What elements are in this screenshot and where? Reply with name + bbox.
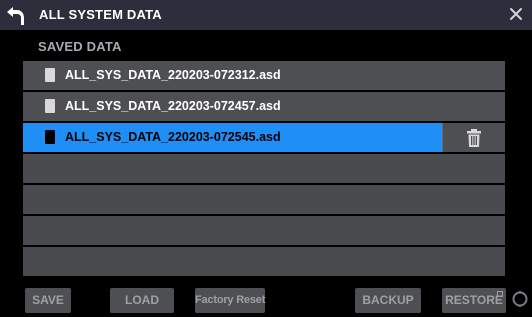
factory-reset-button[interactable]: Factory Reset	[195, 288, 265, 313]
trash-icon	[467, 129, 481, 147]
backup-button[interactable]: BACKUP	[355, 288, 421, 313]
save-button[interactable]: SAVE	[25, 288, 71, 313]
close-button[interactable]	[506, 4, 526, 24]
page-title: ALL SYSTEM DATA	[39, 7, 162, 22]
saved-data-list: ALL_SYS_DATA_220203-072312.asd ALL_SYS_D…	[23, 61, 505, 278]
file-icon	[45, 68, 55, 82]
file-name: ALL_SYS_DATA_220203-072312.asd	[65, 68, 281, 82]
delete-button[interactable]	[442, 123, 505, 152]
empty-row	[23, 247, 505, 276]
empty-row	[23, 216, 505, 245]
load-button[interactable]: LOAD	[110, 288, 174, 313]
file-name: ALL_SYS_DATA_220203-072457.asd	[65, 99, 281, 113]
empty-row	[23, 154, 505, 183]
restore-button[interactable]: RESTORE	[442, 288, 506, 313]
back-button[interactable]	[4, 3, 28, 27]
empty-row	[23, 185, 505, 214]
encoder-knob-icon	[512, 290, 528, 308]
back-arrow-icon	[7, 7, 24, 25]
saved-data-label: SAVED DATA	[38, 39, 122, 54]
file-row[interactable]: ALL_SYS_DATA_220203-072312.asd	[23, 61, 505, 90]
file-icon	[45, 99, 55, 113]
all-system-data-screen: ALL SYSTEM DATA SAVED DATA ALL_SYS_DATA_…	[0, 0, 532, 317]
external-link-icon	[497, 291, 503, 297]
file-name: ALL_SYS_DATA_220203-072545.asd	[65, 130, 281, 144]
restore-label: RESTORE	[445, 293, 503, 307]
title-bar: ALL SYSTEM DATA	[0, 0, 532, 30]
file-icon	[45, 130, 55, 144]
close-icon	[510, 8, 522, 20]
file-row[interactable]: ALL_SYS_DATA_220203-072457.asd	[23, 92, 505, 121]
file-row-selected[interactable]: ALL_SYS_DATA_220203-072545.asd	[23, 123, 505, 152]
